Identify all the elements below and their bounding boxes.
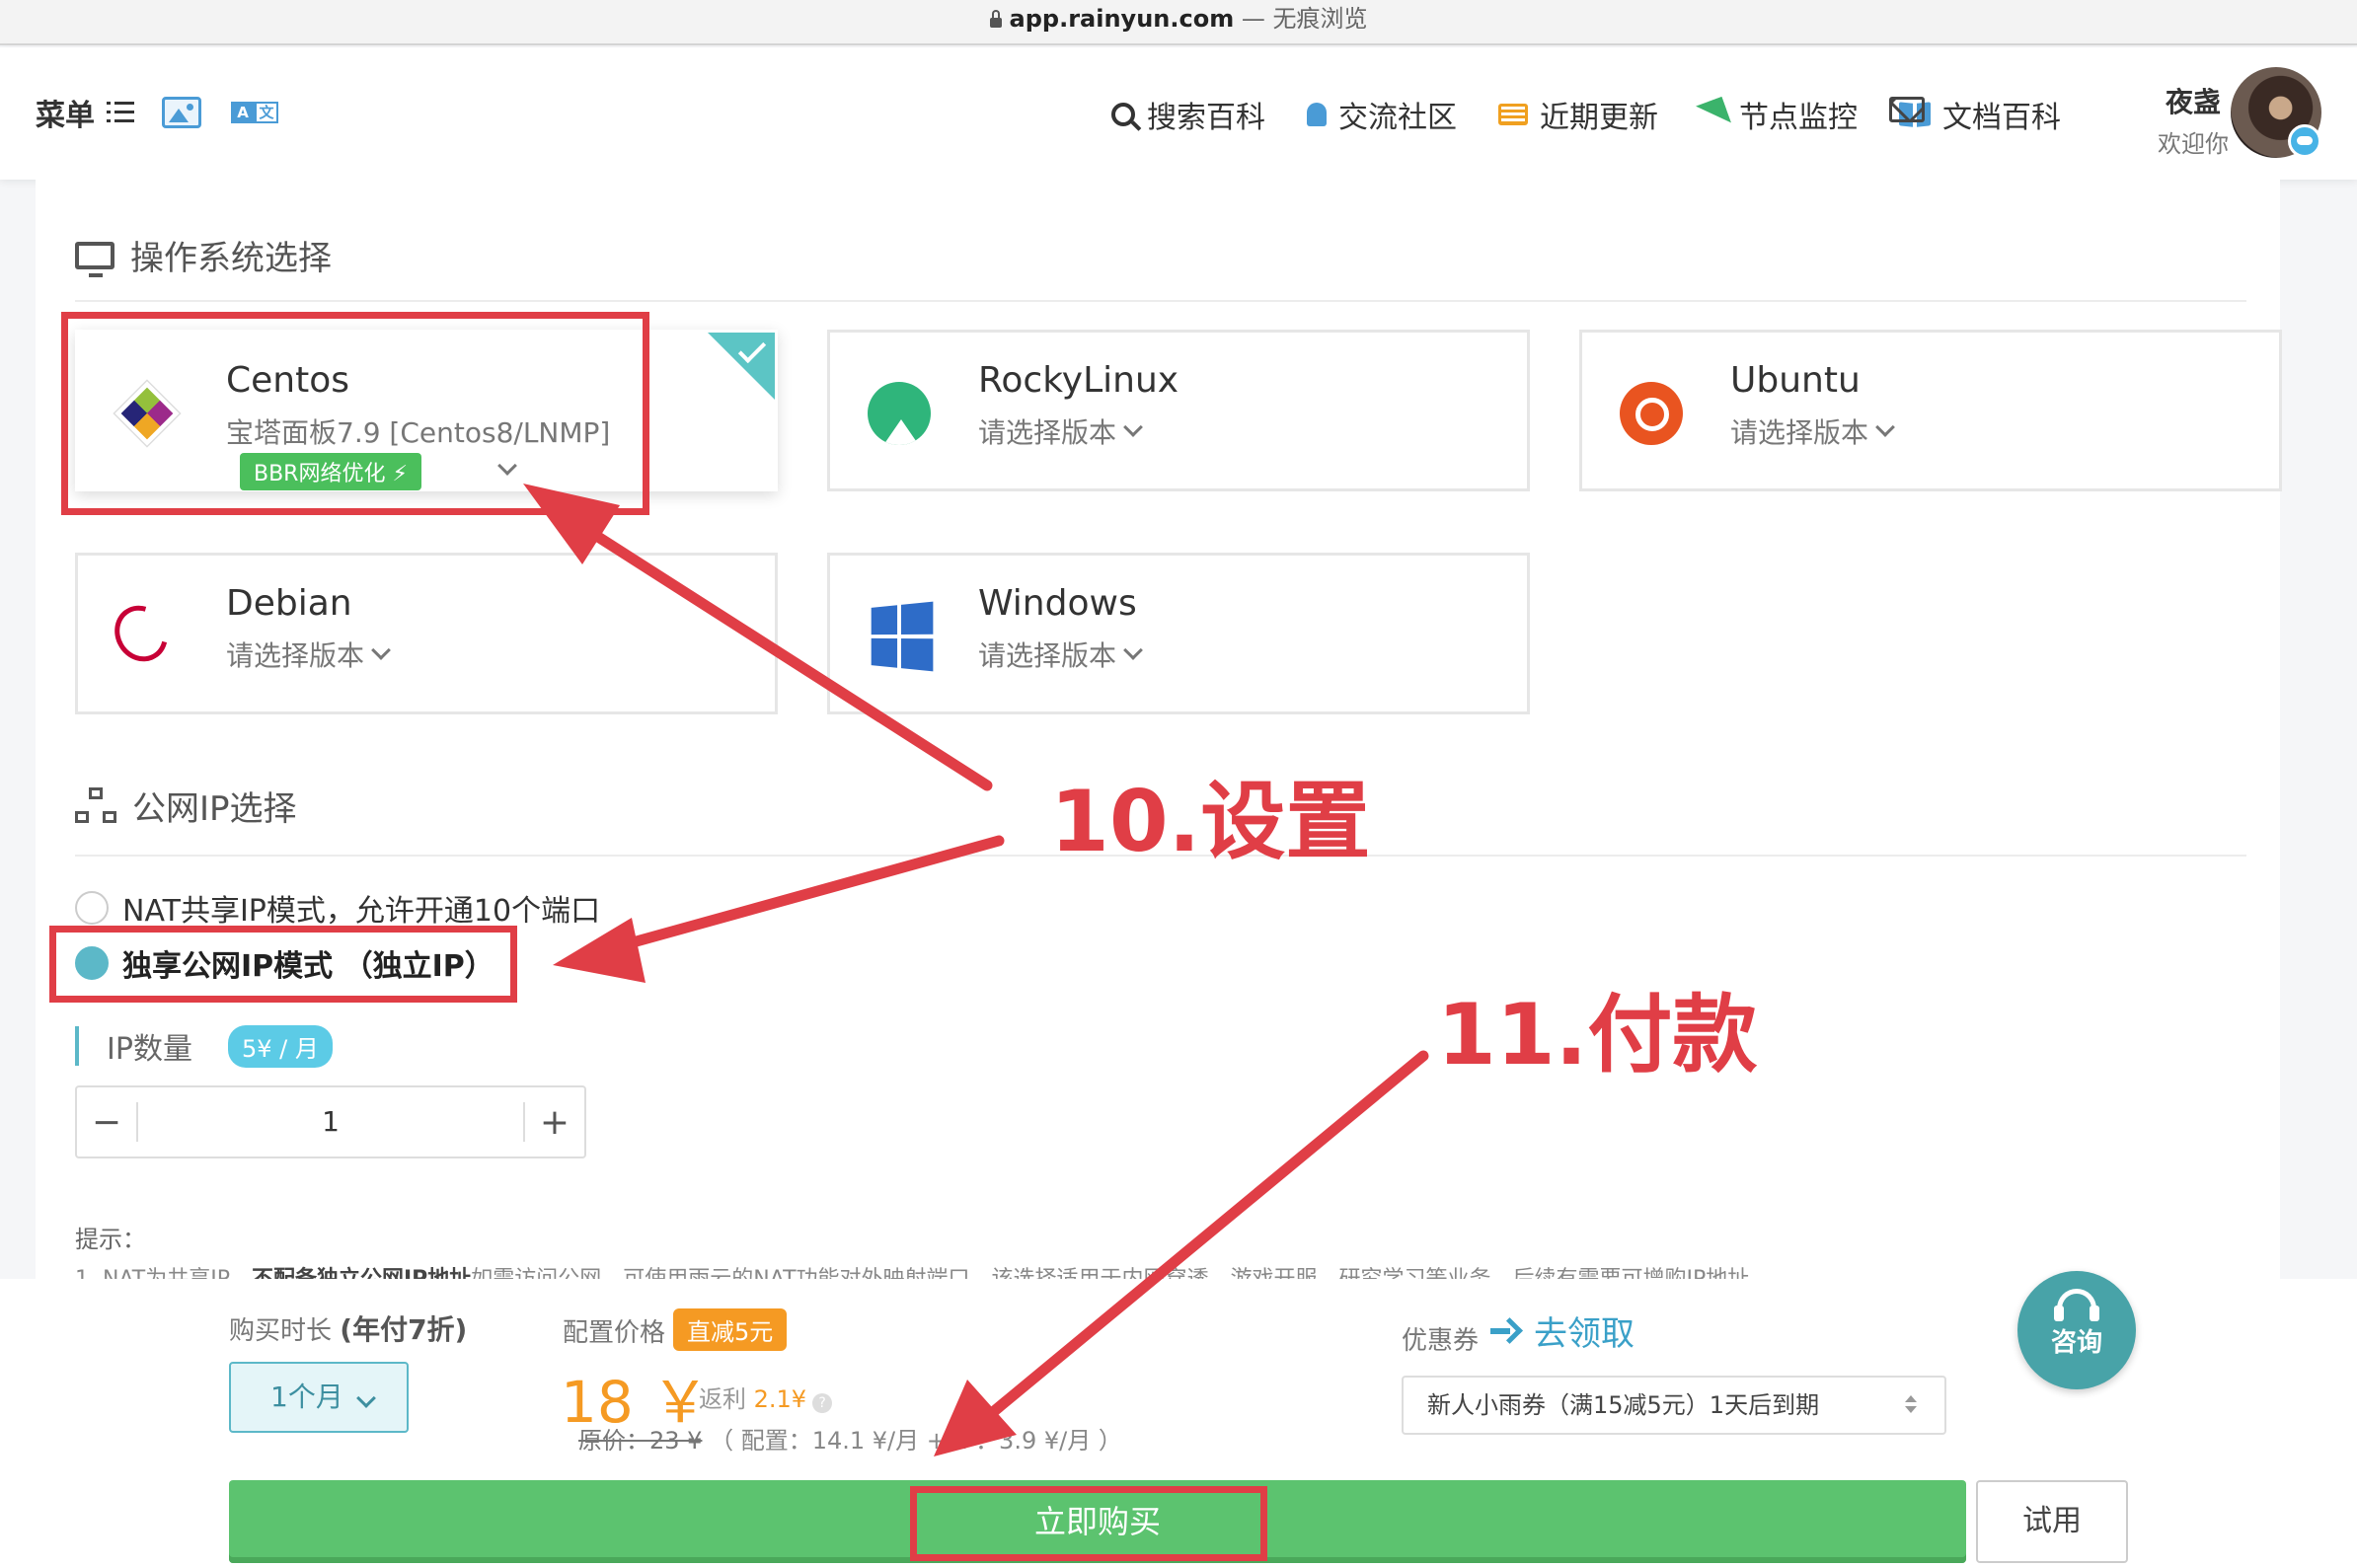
rockylinux-logo-icon (868, 382, 931, 445)
headset-icon (2054, 1289, 2099, 1321)
os-card-ubuntu[interactable]: Ubuntu 请选择版本 (1579, 330, 2282, 491)
os-version-select[interactable]: 请选择版本 (226, 635, 391, 674)
os-name: Windows (978, 583, 1137, 624)
community-icon (1307, 103, 1327, 126)
ip-count-input[interactable]: 1 (136, 1102, 525, 1142)
os-version-select[interactable]: 请选择版本 (1730, 411, 1895, 451)
chevron-down-icon (371, 640, 391, 660)
plane-icon (1696, 97, 1731, 132)
user-name: 夜盏 (2165, 86, 2221, 118)
network-icon (75, 786, 116, 825)
os-version-select[interactable]: 请选择版本 (978, 411, 1143, 451)
trial-button[interactable]: 试用 (1976, 1480, 2128, 1563)
chevron-down-icon (1875, 417, 1895, 437)
os-version-select[interactable]: 请选择版本 (978, 635, 1143, 674)
user-info[interactable]: 夜盏 欢迎你 (2158, 81, 2229, 159)
login-icon (1490, 1317, 1524, 1345)
price-label: 配置价格 (563, 1318, 666, 1348)
os-name: Centos (226, 360, 349, 401)
cloud-badge-icon (2288, 124, 2321, 158)
consult-button[interactable]: 咨询 (2017, 1271, 2136, 1389)
os-name: Debian (226, 583, 352, 624)
monitor-icon (75, 241, 114, 277)
os-name: RockyLinux (978, 360, 1179, 401)
menu-list-icon[interactable] (107, 102, 134, 123)
ip-price-badge: 5¥ / 月 (227, 1024, 333, 1068)
nav-community[interactable]: 交流社区 (1307, 93, 1457, 136)
nav-updates[interactable]: 近期更新 (1498, 93, 1658, 136)
radio-circle (75, 946, 109, 980)
tips-title: 提示： (75, 1226, 146, 1253)
list-icon (1498, 104, 1528, 125)
translate-icon[interactable]: A文 (231, 102, 278, 123)
chevron-down-icon (1123, 417, 1143, 437)
os-name: Ubuntu (1730, 360, 1861, 401)
coupon-select[interactable]: 新人小雨券（满15减5元）1天后到期 (1402, 1376, 1946, 1435)
os-version: 宝塔面板7.9 [Centos8/LNMP] (226, 416, 611, 449)
duration-label: 购买时长 (年付7折) (229, 1313, 468, 1346)
top-header: 菜单 A文 搜索百科 交流社区 近期更新 节点监控 文档百科 夜盏 欢迎你 (0, 47, 2357, 180)
ip-count-row: IP数量 5¥ / 月 (75, 1024, 333, 1068)
rebate-info: 返利 2.1¥? (699, 1380, 833, 1414)
ip-section-title: 公网IP选择 (75, 782, 297, 830)
mail-button[interactable] (1889, 97, 1925, 122)
centos-logo-icon (113, 379, 182, 448)
chevron-down-icon (1123, 640, 1143, 660)
os-card-windows[interactable]: Windows 请选择版本 (827, 553, 1530, 714)
address-url: app.rainyun.com (1009, 5, 1235, 33)
mail-icon (1889, 97, 1925, 122)
lock-icon (989, 10, 1002, 28)
discount-badge: 直减5元 (673, 1308, 788, 1351)
coupon-label: 优惠券 (1402, 1326, 1480, 1356)
ip-count-label: IP数量 (107, 1032, 192, 1067)
main-panel: 操作系统选择 Centos 宝塔面板7.9 [Centos8/LNMP] BBR… (36, 180, 2282, 1285)
original-price: 原价：23 ¥ （ 配置：14.1 ¥/月 + IP：3.9 ¥/月 ） (578, 1427, 1122, 1455)
nav-search-wiki[interactable]: 搜索百科 (1111, 93, 1265, 136)
chevron-down-icon (356, 1388, 376, 1408)
ip-count-stepper: − 1 + (75, 1085, 586, 1158)
os-card-rockylinux[interactable]: RockyLinux 请选择版本 (827, 330, 1530, 491)
os-section-title: 操作系统选择 (75, 231, 332, 279)
os-card-debian[interactable]: Debian 请选择版本 (75, 553, 778, 714)
purchase-bar: 购买时长 (年付7折) 1个月 配置价格 直减5元 18 ￥ 返利 2.1¥? … (0, 1271, 2357, 1568)
selected-corner (708, 333, 775, 400)
decrement-button[interactable]: − (77, 1102, 136, 1143)
divider (75, 855, 2246, 857)
debian-logo-icon (104, 595, 179, 672)
avatar[interactable] (2231, 67, 2321, 158)
radio-dedicated-ip[interactable]: 独享公网IP模式 （独立IP） (75, 941, 494, 985)
search-icon (1111, 103, 1135, 126)
user-welcome: 欢迎你 (2158, 130, 2229, 158)
browser-address-bar[interactable]: app.rainyun.com — 无痕浏览 (0, 0, 2357, 45)
chevron-down-icon[interactable] (497, 456, 517, 476)
bbr-badge: BBR网络优化 ⚡ (240, 453, 421, 490)
os-card-centos[interactable]: Centos 宝塔面板7.9 [Centos8/LNMP] BBR网络优化 ⚡ (75, 330, 778, 491)
increment-button[interactable]: + (525, 1102, 584, 1143)
windows-logo-icon (871, 601, 934, 672)
get-coupon-link[interactable]: 去领取 (1490, 1307, 1635, 1355)
help-icon[interactable]: ? (812, 1393, 833, 1413)
nav-node-monitor[interactable]: 节点监控 (1696, 93, 1858, 136)
ubuntu-logo-icon (1620, 382, 1683, 445)
radio-nat-shared[interactable]: NAT共享IP模式，允许开通10个端口 (75, 886, 600, 930)
private-mode-label: — 无痕浏览 (1234, 5, 1368, 33)
menu-label[interactable]: 菜单 (36, 91, 95, 134)
buy-now-button[interactable]: 立即购买 (229, 1480, 1966, 1563)
accent-bar (75, 1026, 79, 1066)
select-arrows-icon (1905, 1395, 1917, 1413)
radio-circle (75, 891, 109, 925)
gallery-icon[interactable] (162, 97, 201, 128)
tips-text: 1. NAT为共享IP，不配备独立公网IP地址如需访问公网，可使用雨云的NAT功… (75, 1261, 1950, 1279)
duration-select[interactable]: 1个月 (229, 1362, 409, 1433)
divider (75, 300, 2246, 302)
